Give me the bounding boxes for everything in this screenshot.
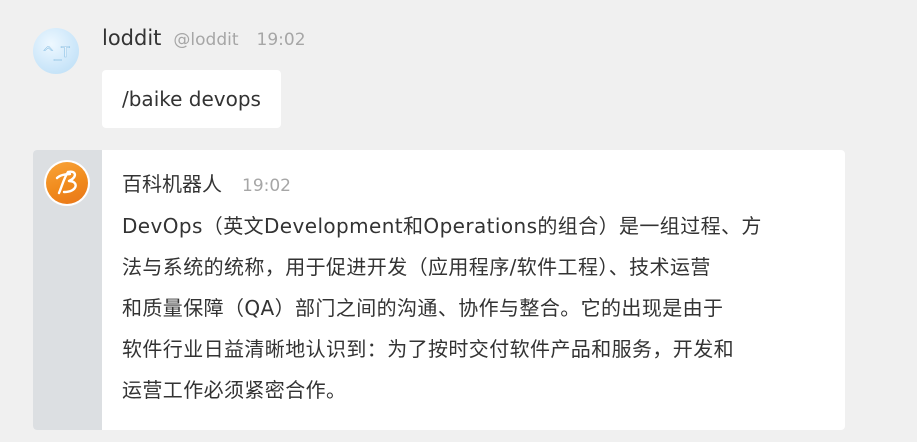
message-text-line: 和质量保障（QA）部门之间的沟通、协作与整合。它的出现是由于 [122,296,724,320]
message-text-line: 法与系统的统称，用于促进开发（应用程序/软件工程）、技术运营 [122,255,711,279]
message-text: DevOps（英文Development和Operations的组合）是一组过程… [122,206,812,411]
sender-name[interactable]: 百科机器人 [122,168,222,197]
message-text-line: 运营工作必须紧密合作。 [122,378,347,402]
message-bubble: /baike devops [102,70,281,128]
message-text: /baike devops [122,87,261,111]
message-header: 百科机器人 19:02 [122,168,291,196]
message-bot: 百科机器人 19:02 DevOps（英文Development和Operati… [33,150,845,430]
sender-handle: @loddit [173,30,239,50]
bot-avatar-column [33,150,102,430]
message-header: loddit @loddit 19:02 [102,26,306,54]
message-text-line: DevOps（英文Development和Operations的组合）是一组过程… [122,214,762,238]
message-text-line: 软件行业日益清晰地认识到：为了按时交付软件产品和服务，开发和 [122,337,734,361]
kaomoji-avatar-icon: ^_T [42,45,70,62]
svg-text:^_T: ^_T [42,45,70,61]
message-timestamp: 19:02 [242,176,291,196]
avatar[interactable] [44,160,90,206]
sender-name[interactable]: loddit [102,26,161,50]
avatar[interactable]: ^_T [33,28,79,74]
message-timestamp: 19:02 [256,30,306,50]
baike-logo-icon [46,162,88,204]
message-user: ^_T loddit @loddit 19:02 /baike devops [0,0,917,140]
